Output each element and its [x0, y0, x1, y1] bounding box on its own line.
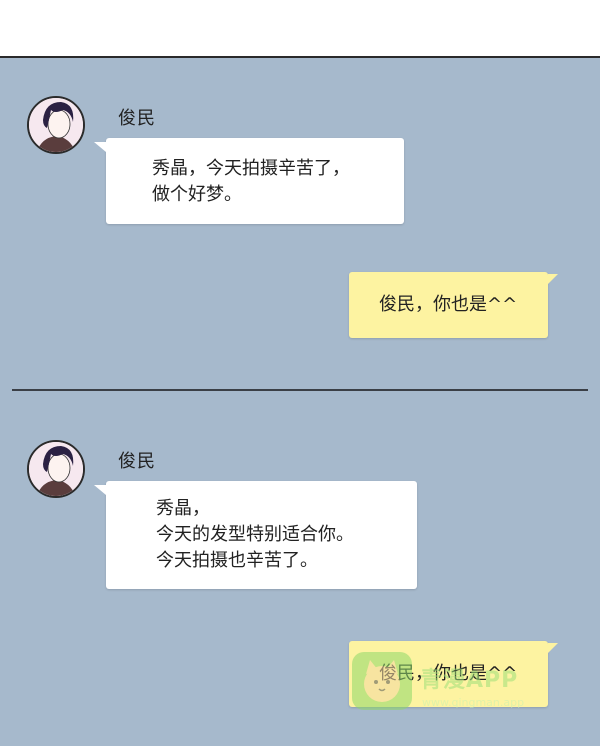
watermark-subtext: www.qingman.app	[422, 696, 525, 709]
message-line: 今天的发型特别适合你。	[156, 524, 354, 545]
sender-name: 俊民	[118, 108, 156, 129]
bubble-tail	[548, 274, 558, 284]
message-line: 秀晶，	[156, 498, 210, 519]
top-blank-area	[0, 0, 600, 56]
bubble-tail	[94, 142, 106, 152]
bubble-tail	[94, 485, 106, 495]
message-line: 秀晶，今天拍摄辛苦了，	[152, 158, 350, 179]
message-text: 俊民，你也是^^	[379, 294, 518, 315]
outgoing-message-bubble[interactable]: 俊民，你也是^^	[349, 272, 558, 338]
avatar[interactable]	[27, 440, 85, 498]
message-line: 今天拍摄也辛苦了。	[156, 550, 318, 571]
incoming-message-bubble[interactable]: 秀晶，今天拍摄辛苦了， 做个好梦。	[94, 138, 404, 224]
message-line: 做个好梦。	[152, 184, 242, 205]
avatar[interactable]	[27, 96, 85, 154]
panel-divider	[12, 389, 588, 391]
avatar-portrait-icon	[29, 442, 83, 496]
watermark-text: 青漫APP	[420, 668, 519, 693]
incoming-message-bubble[interactable]: 秀晶， 今天的发型特别适合你。 今天拍摄也辛苦了。	[94, 481, 417, 589]
avatar-portrait-icon	[29, 98, 83, 152]
cat-logo-icon	[352, 652, 412, 710]
watermark: 青漫APP www.qingman.app	[350, 650, 550, 716]
sender-name: 俊民	[118, 451, 156, 472]
